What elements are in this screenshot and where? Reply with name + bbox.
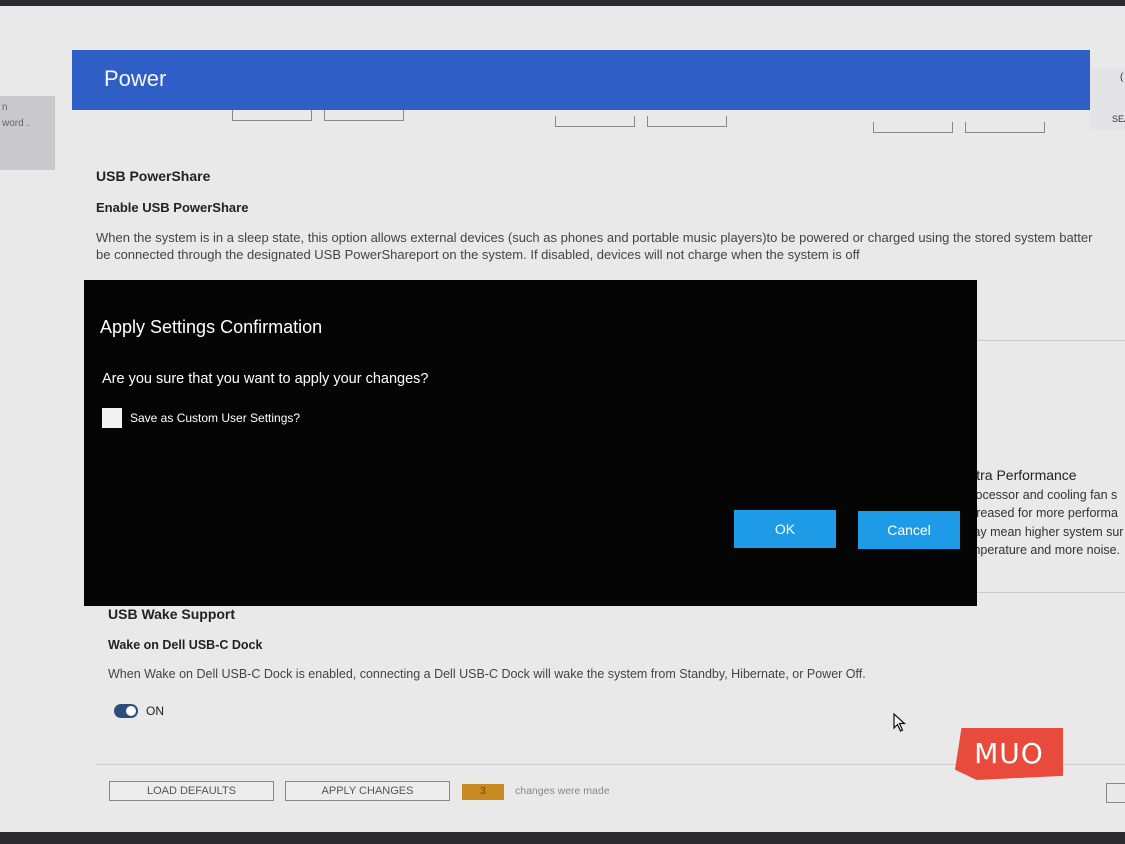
- wake-toggle[interactable]: [114, 704, 138, 718]
- option-select[interactable]: [324, 110, 404, 121]
- exit-button[interactable]: [1106, 783, 1125, 803]
- option-desc-line: emperature and more noise.: [963, 543, 1121, 557]
- usb-wake-section: USB Wake Support Wake on Dell USB-C Dock…: [108, 606, 1008, 683]
- load-defaults-button[interactable]: LOAD DEFAULTS: [109, 781, 274, 801]
- section-title: USB Wake Support: [108, 606, 236, 622]
- option-desc-line: may mean higher system sur: [963, 524, 1124, 539]
- divider: [960, 592, 1125, 593]
- search-label: SEA: [1112, 114, 1125, 124]
- setting-title: Enable USB PowerShare: [96, 200, 249, 215]
- search-icon: (: [1120, 72, 1124, 83]
- left-nav-line-1: n: [2, 102, 8, 113]
- setting-title: Wake on Dell USB-C Dock: [108, 638, 263, 652]
- search-area[interactable]: ( SEA: [1090, 68, 1125, 130]
- bios-screen: n word . Power ( SEA USB PowerShare Enab…: [0, 6, 1125, 832]
- left-nav-panel[interactable]: n word .: [0, 96, 55, 170]
- cancel-button[interactable]: Cancel: [858, 511, 960, 549]
- checkbox-label: Save as Custom User Settings?: [130, 411, 301, 425]
- dialog-question: Are you sure that you want to apply your…: [102, 371, 429, 387]
- option-select[interactable]: [873, 122, 953, 133]
- ok-button[interactable]: OK: [734, 510, 836, 548]
- page-title: Power: [104, 66, 167, 91]
- divider: [960, 340, 1125, 341]
- wake-toggle-row[interactable]: ON: [114, 704, 164, 718]
- muo-watermark-logo: MUO: [955, 728, 1063, 780]
- toggle-knob: [126, 706, 136, 716]
- option-select[interactable]: [647, 116, 727, 127]
- dialog-title: Apply Settings Confirmation: [100, 317, 323, 337]
- usb-powershare-section: USB PowerShare Enable USB PowerShare Whe…: [96, 168, 1125, 263]
- ultra-performance-option[interactable]: Ultra Performance Processor and cooling …: [963, 466, 1125, 560]
- apply-settings-dialog: Apply Settings Confirmation Are you sure…: [84, 280, 977, 606]
- section-title: USB PowerShare: [96, 168, 211, 184]
- save-custom-settings-checkbox[interactable]: [102, 408, 122, 428]
- toggle-label: ON: [146, 704, 164, 718]
- setting-description: When Wake on Dell USB-C Dock is enabled,…: [108, 667, 866, 681]
- mouse-cursor-icon: [893, 713, 907, 732]
- changes-count-badge: 3: [462, 784, 504, 800]
- option-select[interactable]: [555, 116, 635, 127]
- option-select[interactable]: [965, 122, 1045, 133]
- setting-description-2: be connected through the designated USB …: [96, 247, 860, 262]
- changes-status-text: changes were made: [515, 785, 610, 797]
- option-desc-line: ncreased for more performa: [963, 506, 1118, 520]
- save-custom-settings-row[interactable]: Save as Custom User Settings?: [102, 408, 300, 428]
- option-desc-line: Processor and cooling fan s: [963, 487, 1118, 502]
- option-select[interactable]: [232, 110, 312, 121]
- left-nav-line-2: word .: [2, 118, 30, 129]
- setting-description-1: When the system is in a sleep state, thi…: [96, 230, 1093, 245]
- apply-changes-button[interactable]: APPLY CHANGES: [285, 781, 450, 801]
- page-header: Power: [72, 50, 1090, 110]
- option-title: Ultra Performance: [963, 467, 1077, 483]
